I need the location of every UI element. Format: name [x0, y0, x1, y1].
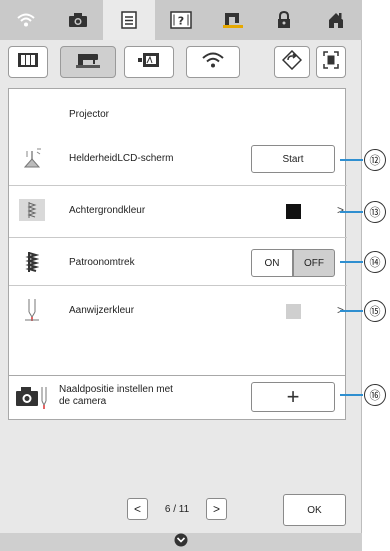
outline-on-button[interactable]: ON: [251, 249, 293, 277]
bottom-bar: [0, 533, 362, 551]
tab-sewing[interactable]: [60, 46, 116, 78]
tab-embroidery[interactable]: [8, 46, 48, 78]
pointer-color-swatch: [286, 304, 301, 319]
add-camera-position-button[interactable]: +: [251, 382, 335, 412]
start-button[interactable]: Start: [251, 145, 335, 173]
tab-scan[interactable]: [316, 46, 346, 78]
callout-line: [340, 394, 363, 396]
wireless-icon: [201, 51, 225, 74]
row-lcd-brightness: HelderheidLCD-scherm Start: [9, 137, 347, 181]
row-label: Naaldpositie instellen met de camera: [59, 384, 173, 408]
settings-reset-icon: [281, 49, 303, 75]
background-color-swatch: [286, 204, 301, 219]
camera-needle-icon: [15, 384, 51, 415]
section-header: Projector: [69, 109, 110, 120]
callout-14: ⑭: [364, 251, 386, 273]
row-pattern-outline: Patroonomtrek ON OFF: [9, 241, 347, 285]
row-background-color[interactable]: Achtergrondkleur >: [9, 189, 347, 233]
camera-icon[interactable]: [52, 0, 104, 40]
callout-line: [340, 261, 363, 263]
page-indicator: 6 / 11: [164, 503, 190, 515]
scan-icon: [323, 50, 339, 74]
projector-icon: [137, 51, 161, 74]
divider: [9, 237, 347, 238]
lock-icon[interactable]: [259, 0, 311, 40]
page-icon[interactable]: [103, 0, 156, 40]
callout-line: [340, 159, 363, 161]
settings-panel: Projector HelderheidLCD-scherm Start Ach…: [8, 88, 347, 376]
machine-icon[interactable]: [207, 0, 259, 40]
tab-wireless[interactable]: [186, 46, 240, 78]
chevron-right-icon[interactable]: >: [337, 203, 344, 217]
callout-line: [340, 310, 363, 312]
row-label: HelderheidLCD-scherm: [69, 153, 174, 164]
tab-settings-reset[interactable]: [274, 46, 310, 78]
lcd-brightness-icon: [19, 145, 45, 171]
row-label: Aanwijzerkleur: [69, 305, 135, 316]
callout-13: ⑬: [364, 201, 386, 223]
home-icon[interactable]: [310, 0, 362, 40]
next-page-button[interactable]: >: [206, 498, 227, 520]
divider: [9, 185, 347, 186]
pager: < 6 / 11 >: [127, 498, 227, 520]
help-icon[interactable]: ?: [155, 0, 207, 40]
row-label-line2: de camera: [59, 396, 107, 407]
callout-12: ⑫: [364, 149, 386, 171]
callout-16: ⑯: [364, 384, 386, 406]
stitch-pattern-icon: [19, 199, 45, 221]
embroidery-frame-icon: [17, 52, 39, 73]
top-icon-bar: ?: [0, 0, 362, 40]
row-pointer-color[interactable]: Aanwijzerkleur >: [9, 289, 347, 333]
svg-text:?: ?: [178, 15, 184, 28]
camera-needle-row: Naaldpositie instellen met de camera +: [8, 376, 346, 420]
row-label: Patroonomtrek: [69, 257, 135, 268]
pattern-outline-icon: [19, 249, 45, 275]
sewing-machine-icon: [76, 52, 100, 73]
tab-projector[interactable]: [124, 46, 174, 78]
needle-thread-icon[interactable]: [174, 533, 188, 551]
prev-page-button[interactable]: <: [127, 498, 148, 520]
row-label-line1: Naaldpositie instellen met: [59, 384, 173, 395]
callout-15: ⑮: [364, 300, 386, 322]
callout-line: [340, 211, 363, 213]
ok-button[interactable]: OK: [283, 494, 346, 526]
tab-row: [0, 40, 362, 82]
row-label: Achtergrondkleur: [69, 205, 146, 216]
divider: [9, 285, 347, 286]
needle-pointer-icon: [19, 297, 45, 323]
screen: ? Projector HelderheidLCD-scherm Start A…: [0, 0, 362, 551]
wifi-icon[interactable]: [0, 0, 52, 40]
outline-off-button[interactable]: OFF: [293, 249, 335, 277]
